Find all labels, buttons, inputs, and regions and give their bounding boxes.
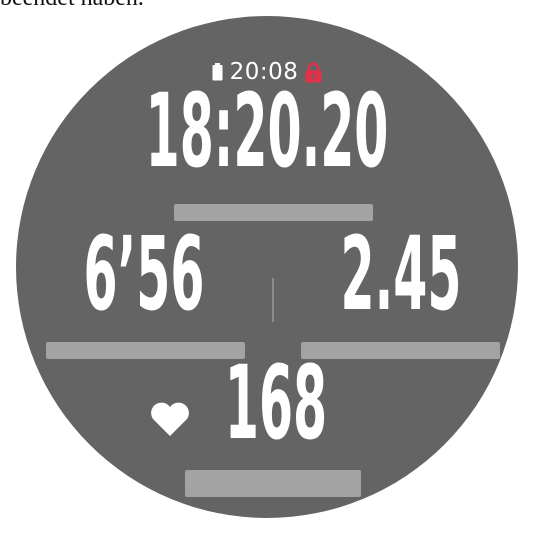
heart-rate-bar [185, 470, 361, 497]
heart-icon [151, 402, 189, 436]
distance-value: 2.45 [340, 214, 462, 334]
heart-rate-row: 168 [16, 352, 518, 478]
watch-face: 20:08 18:20.20 6’56 2.45 168 [16, 16, 518, 518]
caption-text: beendet haben. [0, 0, 534, 10]
elapsed-time-value: 18:20.20 [145, 71, 389, 191]
pace-value: 6’56 [83, 214, 205, 334]
field-divider [272, 278, 274, 322]
heart-rate-value: 168 [224, 343, 328, 463]
screen: beendet haben. 20:08 18:20.20 6’56 2.45 [0, 0, 534, 534]
